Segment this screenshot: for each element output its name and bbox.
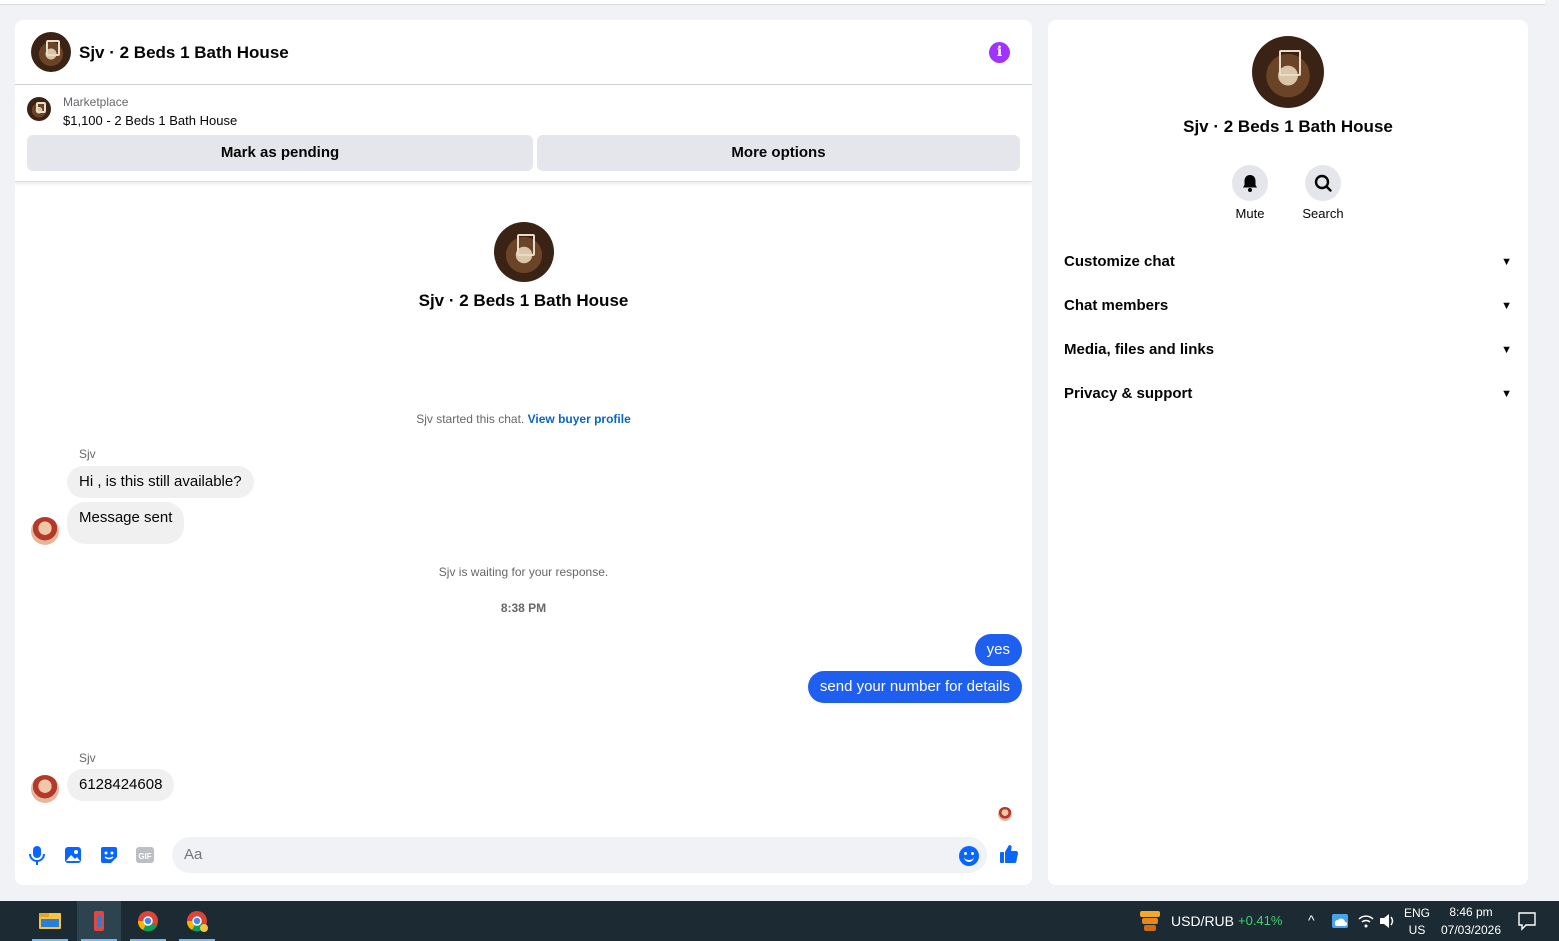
chevron-down-icon: ▼ <box>1501 256 1512 268</box>
microphone-icon[interactable] <box>26 844 48 866</box>
listing-title[interactable]: $1,100 - 2 Beds 1 Bath House <box>63 113 237 128</box>
volume-icon[interactable] <box>1377 901 1397 941</box>
bell-icon <box>1243 175 1257 192</box>
message-composer: GIF <box>15 830 1032 880</box>
section-label: Customize chat <box>1064 253 1175 270</box>
more-options-button[interactable]: More options <box>537 135 1020 171</box>
conversation-avatar[interactable] <box>31 32 71 72</box>
mute-button[interactable] <box>1232 165 1268 201</box>
page-scrollbar[interactable] <box>1545 0 1559 901</box>
file-explorer-icon[interactable] <box>28 901 72 941</box>
read-receipt-avatar <box>998 807 1012 821</box>
marketplace-label: Marketplace <box>63 95 129 109</box>
chevron-down-icon: ▼ <box>1501 388 1512 400</box>
details-name: Sjv · 2 Beds 1 Bath House <box>1183 117 1393 136</box>
marketplace-listing-bar: Marketplace $1,100 - 2 Beds 1 Bath House… <box>15 85 1032 182</box>
sticker-icon[interactable] <box>98 844 120 866</box>
notifications-icon[interactable] <box>1512 901 1542 941</box>
ticker-symbol[interactable]: USD/RUB <box>1171 913 1234 929</box>
chat-header: Sjv · 2 Beds 1 Bath House i <box>15 20 1032 85</box>
windows-taskbar: USD/RUB +0.41% ^ ENG US 8:46 pm 07/03/20… <box>0 901 1559 941</box>
conversation-title[interactable]: Sjv · 2 Beds 1 Bath House <box>79 43 289 63</box>
thumbs-up-icon[interactable] <box>998 843 1020 865</box>
listing-thumbnail[interactable] <box>27 97 51 121</box>
chat-panel: Sjv · 2 Beds 1 Bath House i Marketplace … <box>15 20 1032 885</box>
ticker-change[interactable]: +0.41% <box>1238 913 1282 928</box>
outgoing-message[interactable]: yes <box>974 634 1022 666</box>
sender-name: Sjv <box>79 751 96 765</box>
view-buyer-profile-link[interactable]: View buyer profile <box>528 412 631 426</box>
section-chat-members[interactable]: Chat members ▼ <box>1064 288 1512 324</box>
section-label: Chat members <box>1064 297 1169 314</box>
thread-name: Sjv · 2 Beds 1 Bath House <box>418 291 629 310</box>
incoming-message[interactable]: Hi , is this still available? <box>67 466 254 498</box>
gif-label: GIF <box>138 852 151 861</box>
chat-started-notice: Sjv started this chat. View buyer profil… <box>15 412 1032 426</box>
section-label: Media, files and links <box>1064 341 1215 358</box>
outgoing-message[interactable]: send your number for details <box>807 671 1022 703</box>
section-privacy-support[interactable]: Privacy & support ▼ <box>1064 376 1512 412</box>
chat-started-text: Sjv started this chat. <box>416 412 525 426</box>
search-button[interactable] <box>1305 165 1341 201</box>
chevron-up-icon[interactable]: ^ <box>1308 912 1315 928</box>
waiting-notice: Sjv is waiting for your response. <box>438 565 609 579</box>
photo-icon[interactable] <box>62 844 84 866</box>
message-timestamp: 8:38 PM <box>500 601 547 615</box>
incoming-message[interactable]: 6128424608 <box>67 769 175 801</box>
info-icon[interactable]: i <box>989 42 1010 63</box>
chevron-down-icon: ▼ <box>1501 344 1512 356</box>
task-view-icon[interactable] <box>0 901 10 941</box>
details-avatar[interactable] <box>1252 36 1324 108</box>
incoming-message[interactable]: Message sent <box>67 502 185 544</box>
sender-name: Sjv <box>79 447 96 461</box>
section-label: Privacy & support <box>1064 385 1193 402</box>
section-customize-chat[interactable]: Customize chat ▼ <box>1064 244 1512 280</box>
onedrive-icon[interactable] <box>1330 901 1350 941</box>
stock-widget-icon[interactable] <box>1132 901 1168 941</box>
message-input[interactable] <box>172 837 987 873</box>
conversation-details-panel: Sjv · 2 Beds 1 Bath House Mute Search Cu… <box>1048 20 1528 885</box>
language-code[interactable]: ENG <box>1400 906 1434 920</box>
emoji-icon[interactable] <box>959 846 979 866</box>
sender-avatar[interactable] <box>31 517 59 545</box>
chrome-icon[interactable] <box>175 901 219 941</box>
wifi-icon[interactable] <box>1356 901 1376 941</box>
chevron-down-icon: ▼ <box>1501 300 1512 312</box>
sender-avatar[interactable] <box>31 775 59 803</box>
top-edge <box>0 0 1559 5</box>
chrome-icon[interactable] <box>126 901 170 941</box>
clock-time[interactable]: 8:46 pm <box>1434 905 1508 919</box>
search-icon <box>1314 174 1332 192</box>
search-label: Search <box>1302 206 1344 221</box>
gif-icon[interactable]: GIF <box>134 844 156 866</box>
section-media-files-links[interactable]: Media, files and links ▼ <box>1064 332 1512 368</box>
clock-date[interactable]: 07/03/2026 <box>1434 923 1508 937</box>
mark-as-pending-button[interactable]: Mark as pending <box>27 135 533 171</box>
thread-avatar[interactable] <box>494 222 554 282</box>
app-icon[interactable] <box>77 901 121 941</box>
language-region[interactable]: US <box>1400 923 1434 937</box>
mute-label: Mute <box>1235 206 1265 221</box>
